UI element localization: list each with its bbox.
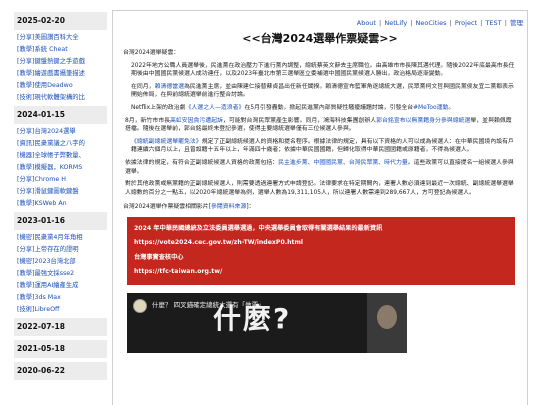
channel-avatar-icon (133, 298, 147, 313)
sidebar-link[interactable]: [教學]最強文採sse2 (14, 267, 107, 279)
result-banner: 2024 年中華民國總統及立法委員選舉選過，中央選舉委員會取得有關選舉結果的最新… (127, 216, 515, 285)
sidebar-link[interactable]: [教學]運用AI繪產生成 (14, 279, 107, 291)
paragraph: Netflix上架的政治劇《人選之人—造浪者》在5月引發轟動，掀起民進黨內部質疑… (131, 104, 455, 111)
sidebar-link[interactable]: [分享]美圖讚百科大全 (14, 31, 107, 43)
date-header: 2023-01-16 (14, 212, 107, 230)
banner-heading: 2024 年中華民國總統及立法委員選舉選過，中央選舉委員會取得有關選舉結果的最新… (134, 224, 383, 232)
banner-cec-url[interactable]: https://vote2024.cec.gov.tw/zh-TW/indexP… (134, 236, 509, 251)
sidebar-link[interactable]: [技術]現代軟體架構的比 (14, 91, 107, 103)
paragraph: 在同月，賴清德當選為民進黨主席，並由陳建仁接替蘇貞昌出任新任閣揆。賴清德宣布藍軍… (131, 83, 514, 99)
post-body: 台灣2024選舉疑雲： 2022年地方公職人員選舉後，民進黨在政治壓力下進行黨內… (113, 49, 527, 353)
nav-neocities[interactable]: NeoCities (416, 19, 447, 27)
sidebar-link[interactable]: [教學]繪遊戲書攝筆描述 (14, 67, 107, 79)
link-election-law[interactable]: 《總統副總統選舉罷免法》 (131, 139, 202, 145)
sidebar-link[interactable]: [教學]系統 Cheat (14, 43, 107, 55)
sidebar-link[interactable]: [分享]滑鼠鍵圖軟鍵盤 (14, 185, 107, 197)
post-section: 2022年地方公職人員選舉後，民進黨在政治壓力下進行黨內調整，總統蔡英文辭去主席… (113, 62, 527, 113)
page-title: <<台灣2024選舉作票疑雲>> (242, 32, 398, 45)
sidebar-link[interactable]: [分享]上帝存在的證明 (14, 243, 107, 255)
sidebar-link[interactable]: [技術]LibreOff (14, 303, 107, 315)
date-header: 2024-01-15 (14, 106, 107, 124)
paragraph: 依據法律的規定，有符合正副總統候選人資格的政黨包括：民主進步黨、中國國民黨、台灣… (125, 159, 514, 175)
sidebar-link[interactable]: [教學]KSWeb An (14, 197, 107, 209)
banner-factcheck-url[interactable]: https://tfc-taiwan.org.tw/ (134, 265, 509, 280)
main-content: About | NetLify | NeoCities | Project | … (112, 10, 528, 405)
date-group-2: 2024-01-15 [分享]台灣2024選舉 [資訊]民衆黨議之八字的 [機器… (14, 106, 107, 209)
paragraph: 對於其他政黨或無黨籍的正副總統候選人，則需要透過連署方式申請登記。法律要求在特定… (125, 181, 514, 196)
paragraph: 《總統副總統選舉罷免法》規定了正副總統候選人的資格和提名程序。根據法律的規定，具… (131, 138, 514, 154)
link-wave-makers[interactable]: 《人選之人—造浪者》 (186, 105, 245, 111)
sidebar-link[interactable]: [教學]3ds Max (14, 291, 107, 303)
link-source[interactable]: 參閱資料來源 (211, 204, 246, 210)
paragraph: 2022年地方公職人員選舉後，民進黨在政治壓力下進行黨內調整，總統蔡英文辭去主席… (131, 62, 515, 78)
date-group-3: 2023-01-16 [機密]民衆黨4月年角相 [分享]上帝存在的證明 [機密]… (14, 212, 107, 315)
sidebar-link[interactable]: [教學]模擬器，KORMS (14, 161, 107, 173)
sidebar-link[interactable]: [分享]台灣2024選舉 (14, 125, 107, 137)
video-thumbnail-text: 什麼? (213, 301, 292, 335)
link-gou[interactable]: 郭台銘宣布以無黨籍身分參與總統 (376, 118, 464, 124)
date-header: 2022-07-18 (14, 318, 107, 336)
sidebar-link[interactable]: [資訊]民衆黨議之八字的 (14, 137, 107, 149)
link-lai[interactable]: 賴清德當選 (155, 84, 184, 90)
nav-test[interactable]: TEST (485, 19, 501, 27)
video-embed[interactable]: 什麼？ 四叉錨確定總統大選有「做票」 什麼? (127, 292, 407, 353)
link-kao[interactable]: 高虹安因貪污遭起訴 (170, 118, 223, 124)
link-parties[interactable]: 民主進步黨、中國國民黨、台灣民眾黨、時代力量 (278, 160, 408, 166)
post-intro: 台灣2024選舉疑雲： (123, 50, 180, 56)
sidebar-link[interactable]: [教學]使用Deadwo (14, 79, 107, 91)
post-section: 8月，新竹市市長高虹安因貪污遭起訴，可能對台灣民眾黨產生影響。同月，鴻海科技集團… (113, 117, 527, 134)
video-thumbnail-face (367, 292, 407, 353)
post-section: 《總統副總統選舉罷免法》規定了正副總統候選人的資格和提名程序。根據法律的規定，具… (113, 138, 527, 155)
link-metoo[interactable]: #MeToo運動 (413, 105, 448, 111)
date-header: 2020-06-22 (14, 362, 107, 380)
sidebar-link[interactable]: [分享]鍵盤熱鍵之手遊戲 (14, 55, 107, 67)
post-section: 依據法律的規定，有符合正副總統候選人資格的政黨包括：民主進步黨、中國國民黨、台灣… (113, 159, 527, 197)
sidebar-link[interactable]: [機密]民衆黨4月年角相 (14, 231, 107, 243)
date-group-1: 2025-02-20 [分享]美圖讚百科大全 [教學]系統 Cheat [分享]… (14, 12, 107, 103)
video-intro: 台灣2024選舉作票疑雲相關影片[參閱資料來源]： (123, 204, 255, 211)
sidebar: 2025-02-20 [分享]美圖讚百科大全 [教學]系統 Cheat [分享]… (14, 12, 107, 405)
banner-factcheck-label: 台灣事實查核中心 (134, 253, 184, 261)
top-nav: About | NetLify | NeoCities | Project | … (356, 19, 523, 27)
nav-netlify[interactable]: NetLify (384, 19, 407, 27)
sidebar-link[interactable]: [機器]全球帳子弊數量、 (14, 149, 107, 161)
sidebar-link[interactable]: [機密]2023台灣北部 (14, 255, 107, 267)
nav-about[interactable]: About (357, 19, 376, 27)
date-header: 2025-02-20 (14, 12, 107, 30)
nav-admin[interactable]: 管理 (510, 19, 523, 27)
nav-project[interactable]: Project (455, 19, 477, 27)
paragraph: 8月，新竹市市長高虹安因貪污遭起訴，可能對台灣民眾黨產生影響。同月，鴻海科技集團… (125, 117, 512, 133)
date-header: 2021-05-18 (14, 340, 107, 358)
sidebar-link[interactable]: [分享]Chrome H (14, 173, 107, 185)
